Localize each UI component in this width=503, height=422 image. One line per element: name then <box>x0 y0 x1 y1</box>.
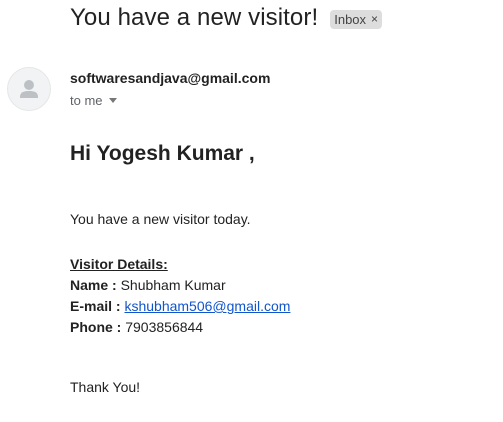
inbox-label-text: Inbox <box>334 12 367 27</box>
closing-text: Thank You! <box>70 379 141 395</box>
message-body: Hi Yogesh Kumar , You have a new visitor… <box>70 142 490 395</box>
phone-label: Phone : <box>70 319 122 335</box>
email-subject: You have a new visitor! <box>70 4 319 31</box>
person-icon <box>20 80 38 98</box>
name-value: Shubham Kumar <box>120 277 226 293</box>
avatar[interactable] <box>7 67 51 111</box>
intro-text: You have a new visitor today. <box>70 211 251 227</box>
visitor-details: Visitor Details: Name : Shubham Kumar E-… <box>70 254 290 338</box>
close-icon[interactable]: × <box>371 11 378 28</box>
recipient-text: to me <box>70 93 103 108</box>
email-label: E-mail : <box>70 298 121 314</box>
visitor-name-row: Name : Shubham Kumar <box>70 275 290 296</box>
greeting: Hi Yogesh Kumar , <box>70 142 255 165</box>
caret-down-icon[interactable] <box>108 98 117 103</box>
visitor-phone-row: Phone : 7903856844 <box>70 317 290 338</box>
visitor-details-heading: Visitor Details: <box>70 256 168 272</box>
visitor-email-link[interactable]: kshubham506@gmail.com <box>124 298 290 314</box>
phone-value: 7903856844 <box>125 319 204 335</box>
inbox-label-chip[interactable]: Inbox × <box>330 10 383 29</box>
subject-row: You have a new visitor! Inbox × <box>70 4 383 32</box>
recipient-line: to me <box>70 93 117 108</box>
name-label: Name : <box>70 277 117 293</box>
sender-email[interactable]: softwaresandjava@gmail.com <box>70 70 270 86</box>
email-view: You have a new visitor! Inbox × software… <box>0 0 503 422</box>
visitor-email-row: E-mail : kshubham506@gmail.com <box>70 296 290 317</box>
